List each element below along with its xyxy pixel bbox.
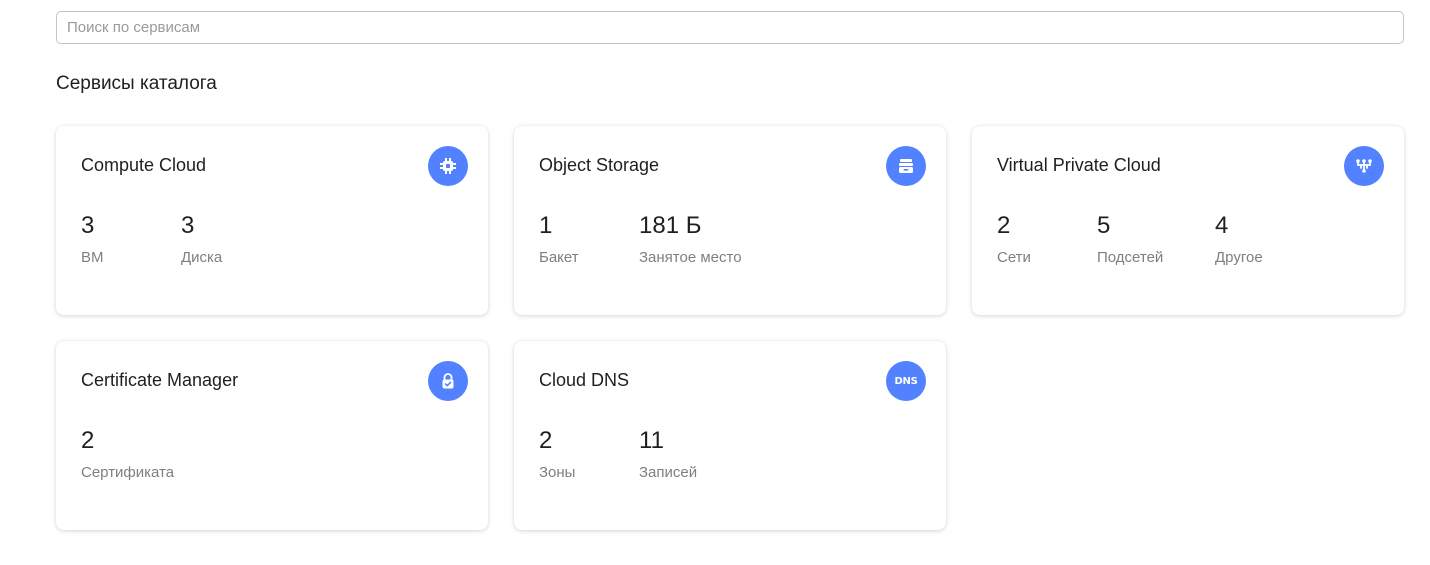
card-stats: 2 Сертификата: [81, 427, 174, 481]
stat-label: Бакет: [539, 249, 579, 266]
stat-other: 4 Другое: [1215, 212, 1263, 266]
stat-value: 2: [539, 427, 553, 454]
storage-icon: [886, 146, 926, 186]
stat-subnets: 5 Подсетей: [1097, 212, 1215, 266]
stat-value: 2: [81, 427, 95, 454]
lock-icon: [428, 361, 468, 401]
stat-label: Диска: [181, 249, 223, 266]
stat-disks: 3 Диска: [181, 212, 222, 266]
card-title: Virtual Private Cloud: [997, 155, 1161, 175]
card-stats: 3 ВМ 3 Диска: [81, 212, 222, 266]
card-stats: 1 Бакет 181 Б Занятое место: [539, 212, 742, 266]
stat-value: 181 Б: [639, 212, 702, 239]
stat-label: ВМ: [81, 249, 104, 266]
stat-label: Занятое место: [639, 249, 742, 266]
stat-value: 3: [181, 212, 195, 239]
stat-used-space: 181 Б Занятое место: [639, 212, 742, 266]
card-title: Cloud DNS: [539, 370, 630, 390]
service-card-compute-cloud[interactable]: Compute Cloud 3 ВМ 3 Диска: [56, 126, 488, 315]
catalog-page: Сервисы каталога Compute Cloud: [0, 0, 1430, 565]
service-card-vpc[interactable]: Virtual Private Cloud 2 Сети 5 Подсетей …: [972, 126, 1404, 315]
stat-label: Сертификата: [81, 464, 175, 481]
dns-icon: DNS: [886, 361, 926, 401]
stat-value: 2: [997, 212, 1011, 239]
card-stats: 2 Зоны 11 Записей: [539, 427, 697, 481]
stat-label: Сети: [997, 249, 1031, 266]
stat-label: Подсетей: [1097, 249, 1164, 266]
service-card-cloud-dns[interactable]: Cloud DNS DNS 2 Зоны 11 Записей: [514, 341, 946, 530]
stat-value: 5: [1097, 212, 1111, 239]
stat-label: Другое: [1215, 249, 1263, 266]
card-title: Certificate Manager: [81, 370, 239, 390]
chip-icon: [428, 146, 468, 186]
stat-label: Зоны: [539, 464, 576, 481]
service-card-object-storage[interactable]: Object Storage 1 Бакет 181 Б Занятое мес…: [514, 126, 946, 315]
stat-value: 11: [639, 427, 664, 454]
search-box[interactable]: [56, 11, 1404, 44]
card-title: Object Storage: [539, 155, 660, 175]
stat-certificates: 2 Сертификата: [81, 427, 174, 481]
stat-zones: 2 Зоны: [539, 427, 639, 481]
stat-value: 4: [1215, 212, 1229, 239]
stat-records: 11 Записей: [639, 427, 697, 481]
service-card-certificate-manager[interactable]: Certificate Manager 2 Сертификата: [56, 341, 488, 530]
stat-label: Записей: [639, 464, 698, 481]
stat-networks: 2 Сети: [997, 212, 1097, 266]
stat-value: 3: [81, 212, 95, 239]
search-input[interactable]: [67, 12, 1403, 43]
network-icon: [1344, 146, 1384, 186]
section-title: Сервисы каталога: [56, 73, 217, 94]
stat-buckets: 1 Бакет: [539, 212, 639, 266]
stat-value: 1: [539, 212, 553, 239]
dns-icon-text: DNS: [894, 375, 918, 387]
card-title: Compute Cloud: [81, 155, 207, 175]
stat-vm: 3 ВМ: [81, 212, 181, 266]
card-stats: 2 Сети 5 Подсетей 4 Другое: [997, 212, 1263, 266]
